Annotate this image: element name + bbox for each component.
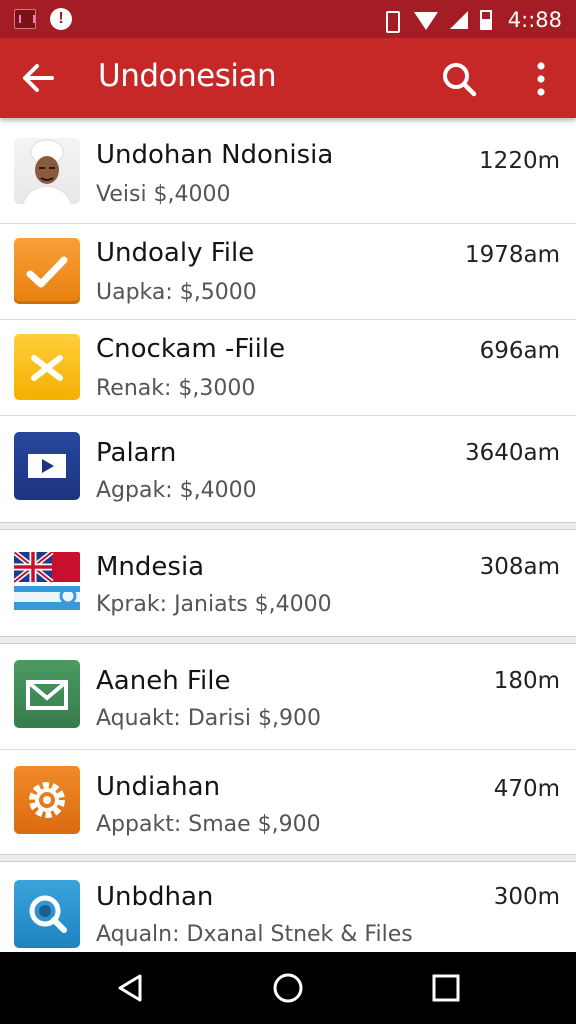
flag-icon xyxy=(14,552,80,616)
system-nav-bar xyxy=(0,952,576,1024)
item-time: 3640am xyxy=(464,440,560,466)
item-subtitle: Aquakt: Darisi $,900 xyxy=(96,706,321,731)
section-divider xyxy=(0,522,576,530)
item-time: 308am xyxy=(479,554,560,580)
search-icon xyxy=(443,63,477,97)
blue-search-icon xyxy=(14,880,80,948)
item-title: Undohan Ndonisia xyxy=(96,140,334,170)
item-title: Undoaly File xyxy=(96,238,255,268)
file-list: Undohan Ndonisia Veisi $,4000 1220m Undo… xyxy=(0,118,576,952)
wifi-icon xyxy=(413,12,438,30)
nav-home-icon xyxy=(273,973,303,1003)
orange-gear-icon xyxy=(14,766,80,834)
signal-icon xyxy=(449,11,468,29)
item-title: Cnockam -Fiile xyxy=(96,334,286,364)
status-time: 4::88 xyxy=(507,8,562,32)
item-time: 1978am xyxy=(464,242,560,268)
item-subtitle: Uapka: $,5000 xyxy=(96,280,257,305)
item-time: 696am xyxy=(479,338,560,364)
more-options-button[interactable] xyxy=(526,58,556,100)
list-item[interactable]: Undohan Ndonisia Veisi $,4000 1220m xyxy=(0,118,576,224)
item-subtitle: Veisi $,4000 xyxy=(96,182,231,207)
item-time: 180m xyxy=(493,668,560,694)
item-title: Undiahan xyxy=(96,772,221,802)
vibrate-icon xyxy=(380,10,402,33)
list-item[interactable]: Mndesia Kprak: Janiats $,4000 308am xyxy=(0,530,576,636)
green-mail-icon xyxy=(14,660,80,728)
app-notification-icon xyxy=(14,9,36,29)
search-button[interactable] xyxy=(438,58,480,100)
page-title: Undonesian xyxy=(98,58,277,94)
list-item[interactable]: Unbdhan Aqualn: Dxanal Stnek & Files 300… xyxy=(0,862,576,952)
alert-icon: ! xyxy=(50,8,72,30)
more-vert-icon xyxy=(537,62,545,96)
item-subtitle: Agpak: $,4000 xyxy=(96,478,257,503)
item-title: Mndesia xyxy=(96,552,205,582)
item-title: Aaneh File xyxy=(96,666,231,696)
back-button[interactable] xyxy=(18,58,58,98)
nav-recents-icon xyxy=(432,974,460,1002)
battery-icon xyxy=(479,10,492,30)
orange-check-icon xyxy=(14,238,80,304)
item-subtitle: Kprak: Janiats $,4000 xyxy=(96,592,332,617)
nav-home-button[interactable] xyxy=(268,968,308,1008)
item-subtitle: Appakt: Smae $,900 xyxy=(96,812,321,837)
list-item[interactable]: Palarn Agpak: $,4000 3640am xyxy=(0,416,576,522)
arrow-back-icon xyxy=(23,64,54,92)
item-time: 300m xyxy=(493,884,560,910)
navy-play-icon xyxy=(14,432,80,500)
list-item[interactable]: Cnockam -Fiile Renak: $,3000 696am xyxy=(0,320,576,416)
list-item[interactable]: Aaneh File Aquakt: Darisi $,900 180m xyxy=(0,644,576,750)
section-divider xyxy=(0,854,576,862)
item-title: Unbdhan xyxy=(96,882,214,912)
nav-back-icon xyxy=(118,974,142,1002)
person-avatar-icon xyxy=(14,138,80,204)
item-time: 470m xyxy=(493,776,560,802)
status-bar: ! 4::88 xyxy=(0,0,576,38)
item-title: Palarn xyxy=(96,438,177,468)
item-time: 1220m xyxy=(479,148,560,174)
item-subtitle: Aqualn: Dxanal Stnek & Files xyxy=(96,922,413,947)
nav-back-button[interactable] xyxy=(110,968,150,1008)
item-subtitle: Renak: $,3000 xyxy=(96,376,256,401)
app-bar: Undonesian xyxy=(0,38,576,118)
list-item[interactable]: Undoaly File Uapka: $,5000 1978am xyxy=(0,224,576,320)
section-divider xyxy=(0,636,576,644)
yellow-cross-icon xyxy=(14,334,80,400)
nav-recents-button[interactable] xyxy=(426,968,466,1008)
list-item[interactable]: Undiahan Appakt: Smae $,900 470m xyxy=(0,750,576,854)
